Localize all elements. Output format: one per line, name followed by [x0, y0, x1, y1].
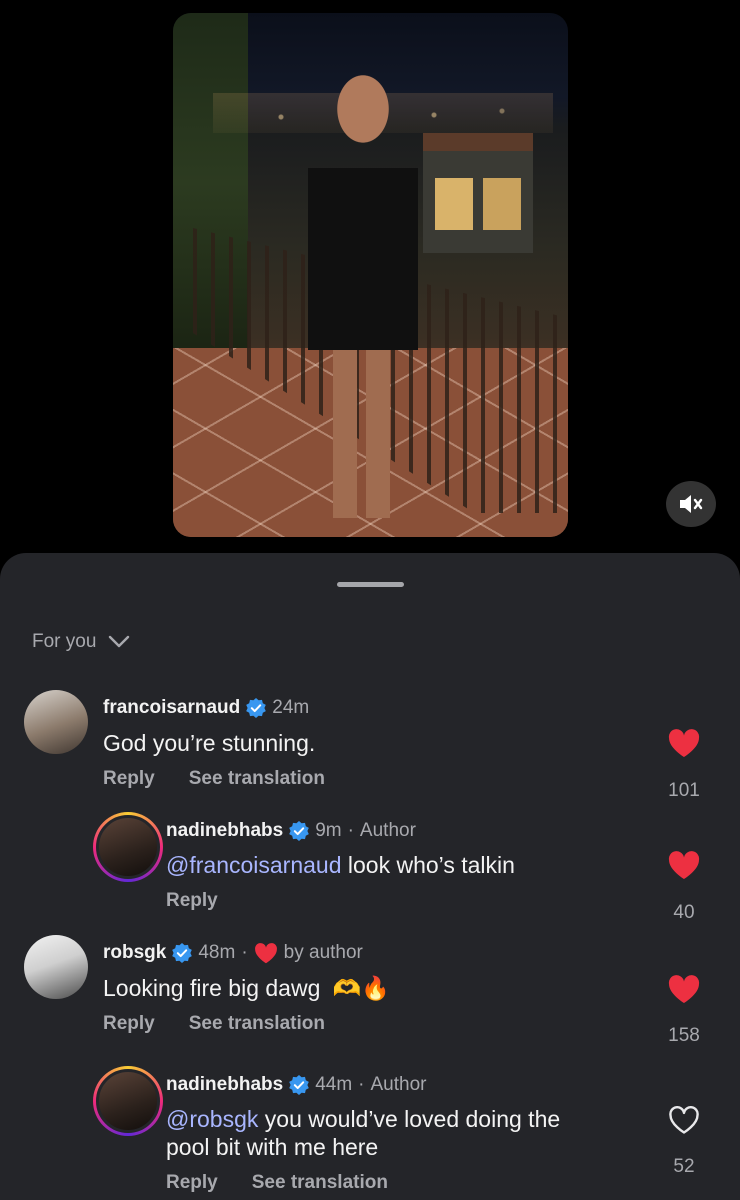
comment-body: Looking fire big dawg	[103, 975, 321, 1001]
chevron-down-icon	[109, 635, 130, 648]
heart-filled-icon	[254, 942, 277, 963]
comment-username[interactable]: nadinebhabs	[166, 820, 283, 842]
comment-username[interactable]: robsgk	[103, 942, 166, 964]
sheet-drag-handle[interactable]	[337, 582, 404, 587]
author-badge: Author	[370, 1074, 427, 1095]
photo-person	[308, 68, 418, 523]
verified-badge-icon	[289, 821, 309, 841]
see-translation-button[interactable]: See translation	[252, 1172, 388, 1194]
comment-username[interactable]: francoisarnaud	[103, 697, 240, 719]
verified-badge-icon	[289, 1075, 309, 1095]
mention-link[interactable]: @francoisarnaud	[166, 852, 342, 878]
liked-by-author: by author	[254, 942, 363, 964]
like-button[interactable]	[664, 975, 704, 1004]
like-count: 40	[673, 902, 695, 923]
verified-badge-icon	[172, 943, 193, 963]
see-translation-button[interactable]: See translation	[189, 1013, 325, 1035]
reply-button[interactable]: Reply	[103, 1013, 155, 1035]
comment-body: look who’s talkin	[341, 852, 515, 878]
mute-toggle-button[interactable]	[666, 481, 716, 527]
comments-sheet: For you francoisarnaud 24m God you’re st…	[0, 553, 740, 1200]
comment-text: @robsgk you would’ve loved doing the poo…	[166, 1105, 560, 1161]
comment-time: 9m	[315, 820, 342, 841]
mention-link[interactable]: @robsgk	[166, 1106, 258, 1132]
comment-emojis: 🫶🔥	[332, 975, 391, 1001]
filter-label: For you	[32, 631, 97, 652]
comment-text: @francoisarnaud look who’s talkin	[166, 851, 515, 879]
verified-badge-icon	[246, 698, 267, 718]
reply-button[interactable]: Reply	[103, 768, 155, 790]
heart-filled-icon	[668, 729, 700, 757]
speaker-muted-icon	[680, 495, 703, 513]
see-translation-button[interactable]: See translation	[189, 768, 325, 790]
comment-body-line2: pool bit with me here	[166, 1134, 379, 1160]
comment-body-line1: you would’ve loved doing the	[258, 1106, 561, 1132]
reply-button[interactable]: Reply	[166, 1172, 218, 1194]
like-count: 101	[668, 780, 700, 801]
meta-separator: ·	[241, 942, 248, 963]
like-button[interactable]	[664, 1106, 704, 1135]
comment-username[interactable]: nadinebhabs	[166, 1074, 283, 1096]
heart-filled-icon	[668, 851, 700, 879]
comment-time: 44m	[315, 1074, 353, 1095]
comment-time: 48m	[198, 942, 236, 963]
heart-outline-icon	[669, 1106, 699, 1134]
like-count: 158	[668, 1025, 700, 1046]
avatar-story-ring[interactable]	[93, 812, 163, 882]
heart-filled-icon	[668, 975, 700, 1003]
photo-house-window	[435, 178, 473, 230]
reply-button[interactable]: Reply	[166, 890, 218, 912]
like-button[interactable]	[664, 729, 704, 758]
comment-filter-dropdown[interactable]: For you	[32, 631, 130, 653]
comment-text: God you’re stunning.	[103, 730, 316, 756]
author-badge: Author	[359, 820, 416, 841]
comment-time: 24m	[272, 697, 310, 718]
meta-separator: ·	[347, 820, 354, 841]
avatar[interactable]	[24, 690, 88, 754]
meta-separator: ·	[358, 1074, 365, 1095]
like-count: 52	[673, 1156, 695, 1177]
avatar[interactable]	[24, 935, 88, 999]
comment-text: Looking fire big dawg 🫶🔥	[103, 974, 390, 1002]
avatar-story-ring[interactable]	[93, 1066, 163, 1136]
like-button[interactable]	[664, 851, 704, 880]
post-photo[interactable]	[173, 13, 568, 537]
liked-by-author-label: by author	[283, 942, 363, 963]
